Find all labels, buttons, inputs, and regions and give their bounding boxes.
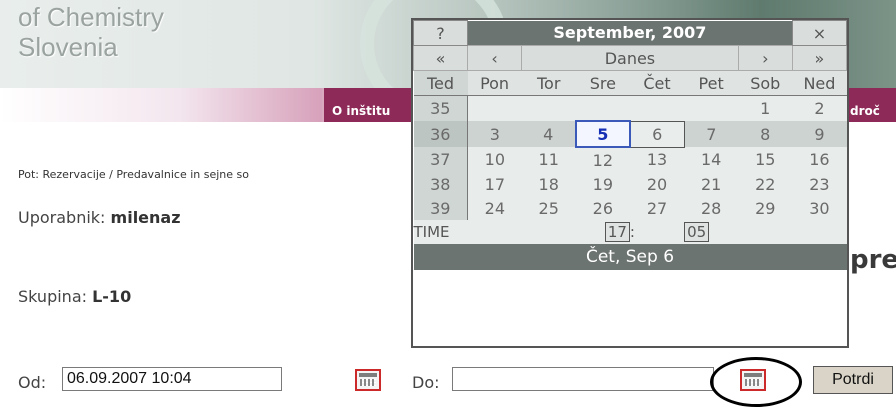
- calendar-day: [575, 95, 630, 121]
- time-spacer: [467, 220, 522, 244]
- week-number: 36: [413, 121, 468, 147]
- od-label: Od:: [18, 373, 47, 392]
- calendar-day[interactable]: 19: [575, 172, 630, 196]
- calendar-day-today[interactable]: 5: [574, 120, 631, 148]
- week-number: 37: [413, 147, 468, 172]
- week-number: 39: [413, 196, 468, 220]
- calendar-week-row: 39 24 25 26 27 28 29 30: [413, 196, 847, 220]
- calendar-icon-grid: [745, 379, 761, 386]
- do-label: Do:: [412, 373, 440, 392]
- calendar-week-row: 37 10 11 12 13 14 15 16: [413, 147, 847, 172]
- page-heading-fragment: pre: [850, 245, 896, 275]
- calendar-day[interactable]: 3: [467, 121, 522, 147]
- weekday-header: Čet: [629, 70, 685, 96]
- calendar-day[interactable]: 22: [738, 172, 793, 196]
- calendar-help-button[interactable]: ?: [413, 20, 468, 46]
- calendar-prev-month-button[interactable]: ‹: [466, 45, 523, 71]
- od-date-input[interactable]: [62, 367, 282, 391]
- user-label: Uporabnik:: [18, 208, 111, 227]
- calendar-week-row: 38 17 18 19 20 21 22 23: [413, 172, 847, 196]
- potrdi-button[interactable]: Potrdi: [813, 366, 893, 394]
- calendar-day[interactable]: 2: [792, 95, 847, 121]
- calendar-day[interactable]: 23: [792, 172, 847, 196]
- calendar-time-row: TIME 17 : 05: [413, 220, 847, 244]
- calendar-close-button[interactable]: ×: [791, 20, 848, 46]
- calendar-day[interactable]: 13: [629, 147, 685, 172]
- calendar-day[interactable]: 14: [684, 147, 739, 172]
- calendar-status-bar: Čet, Sep 6: [413, 244, 847, 270]
- org-line-1: of Chemistry: [18, 2, 164, 32]
- breadcrumb: Pot: Rezervacije / Predavalnice in sejne…: [18, 168, 249, 181]
- calendar-popup: ? September, 2007 × « ‹ Danes › » Ted Po…: [411, 18, 849, 348]
- time-label: TIME: [413, 220, 468, 244]
- time-spacer: [521, 220, 576, 244]
- weekday-header: Pon: [467, 70, 522, 96]
- calendar-day[interactable]: 1: [738, 95, 793, 121]
- calendar-day[interactable]: 18: [521, 172, 576, 196]
- calendar-icon-bar: [359, 373, 377, 377]
- calendar-icon-bar: [744, 373, 762, 377]
- user-value: milenaz: [110, 208, 181, 227]
- nav-item-o-institutu[interactable]: O inštitu: [324, 88, 422, 122]
- do-date-input[interactable]: [452, 367, 714, 391]
- calendar-day[interactable]: 27: [629, 196, 685, 220]
- calendar-next-year-button[interactable]: »: [791, 45, 848, 71]
- calendar-day[interactable]: 25: [521, 196, 576, 220]
- calendar-day[interactable]: 16: [792, 147, 847, 172]
- calendar-next-month-button[interactable]: ›: [737, 45, 793, 71]
- calendar-day[interactable]: 21: [684, 172, 739, 196]
- group-info: Skupina: L-10: [18, 287, 131, 306]
- nav-item-label: droč: [850, 104, 880, 118]
- calendar-day: [521, 95, 576, 121]
- calendar-icon[interactable]: [355, 369, 381, 391]
- week-number: 35: [413, 95, 468, 121]
- calendar-icon-grid: [360, 379, 376, 386]
- week-number: 38: [413, 172, 468, 196]
- calendar-today-button[interactable]: Danes: [521, 45, 739, 71]
- calendar-day[interactable]: 24: [467, 196, 522, 220]
- site-logo-text: of Chemistry Slovenia: [18, 2, 164, 62]
- calendar-day[interactable]: 28: [684, 196, 739, 220]
- calendar-title[interactable]: September, 2007: [467, 20, 793, 46]
- calendar-day: [629, 95, 685, 121]
- calendar-day: [684, 95, 739, 121]
- group-value: L-10: [92, 287, 132, 306]
- calendar-day[interactable]: 15: [738, 147, 793, 172]
- group-label: Skupina:: [18, 287, 93, 306]
- calendar-day[interactable]: 30: [792, 196, 847, 220]
- nav-item-label: O inštitu: [332, 104, 391, 118]
- weekday-header: Sob: [738, 70, 793, 96]
- calendar-day[interactable]: 10: [467, 147, 522, 172]
- nav-item-podrocja[interactable]: droč: [842, 88, 896, 122]
- hour-spinner[interactable]: 17: [604, 222, 630, 242]
- weekday-header: Ted: [413, 70, 468, 96]
- calendar-day[interactable]: 8: [738, 121, 793, 147]
- minute-spinner[interactable]: 05: [684, 222, 710, 242]
- weekday-header: Pet: [684, 70, 739, 96]
- calendar-prev-year-button[interactable]: «: [413, 45, 468, 71]
- weekday-header: Tor: [521, 70, 576, 96]
- time-separator: :: [629, 220, 685, 244]
- calendar-day[interactable]: 26: [575, 196, 630, 220]
- calendar-week-row: 36 3 4 5 6 7 8 9: [413, 120, 847, 148]
- calendar-day[interactable]: 9: [792, 121, 847, 147]
- org-line-2: Slovenia: [18, 32, 118, 62]
- user-info: Uporabnik: milenaz: [18, 208, 181, 227]
- calendar-week-row: 35 1 2: [413, 95, 847, 121]
- weekday-header: Sre: [575, 70, 630, 96]
- calendar-icon[interactable]: [740, 369, 766, 391]
- calendar-day: [467, 95, 522, 121]
- time-spacer: [792, 220, 847, 244]
- calendar-day[interactable]: 20: [629, 172, 685, 196]
- weekday-header: Ned: [792, 70, 847, 96]
- calendar-day-selected[interactable]: 6: [629, 120, 685, 148]
- time-spacer: [738, 220, 793, 244]
- calendar-day[interactable]: 11: [521, 147, 576, 172]
- calendar-day[interactable]: 12: [575, 147, 630, 172]
- calendar-day[interactable]: 17: [467, 172, 522, 196]
- calendar-day[interactable]: 4: [521, 121, 576, 147]
- calendar-day[interactable]: 7: [684, 121, 739, 147]
- calendar-day[interactable]: 29: [738, 196, 793, 220]
